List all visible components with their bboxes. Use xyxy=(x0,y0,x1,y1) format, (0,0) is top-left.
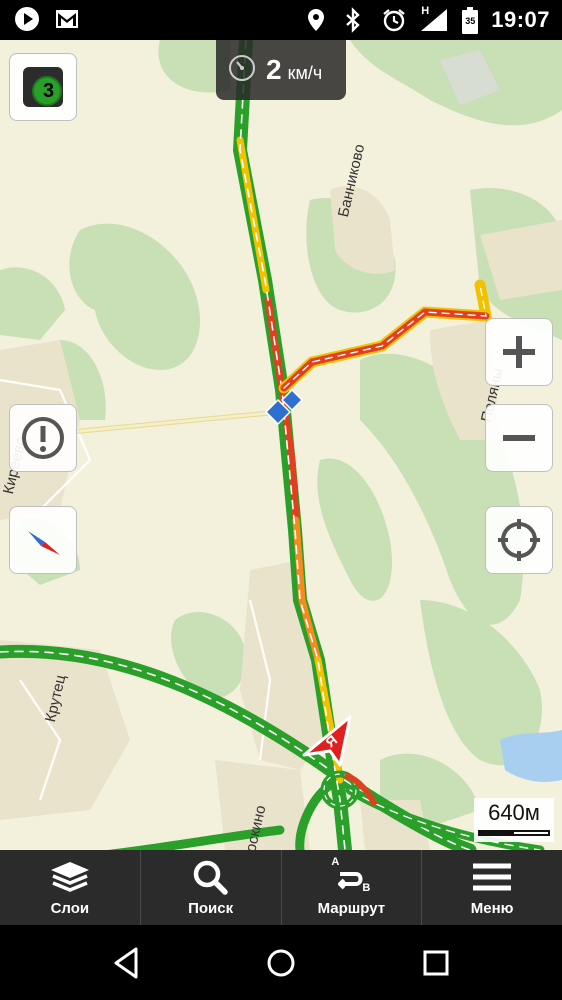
route-label: Маршрут xyxy=(317,900,386,917)
system-navigation-bar xyxy=(0,925,562,1000)
search-button[interactable]: Поиск xyxy=(141,850,282,925)
scale-bar xyxy=(478,830,550,836)
network-h-icon: H xyxy=(419,5,449,33)
speed-indicator: 2 км/ч xyxy=(216,40,346,100)
map-view[interactable]: Банниково Поляны Крутец Доскино Киреево … xyxy=(0,40,562,850)
plus-icon xyxy=(503,336,535,368)
home-icon[interactable] xyxy=(261,943,301,983)
route-point-b: B xyxy=(362,882,371,894)
route-icon: A B xyxy=(328,856,374,896)
search-label: Поиск xyxy=(188,900,234,917)
exclamation-icon xyxy=(22,417,64,459)
report-event-button[interactable] xyxy=(9,404,77,472)
current-location-cursor: Я xyxy=(300,715,356,771)
menu-button[interactable]: Меню xyxy=(422,850,562,925)
traffic-button[interactable]: 3 xyxy=(9,53,77,121)
route-point-a: A xyxy=(331,856,340,868)
map-canvas xyxy=(0,40,562,850)
map-scale: 640м xyxy=(474,798,554,842)
menu-label: Меню xyxy=(470,900,514,917)
layers-icon xyxy=(50,862,89,892)
bluetooth-icon xyxy=(343,7,369,33)
compass-icon xyxy=(28,531,60,555)
compass-button[interactable] xyxy=(9,506,77,574)
minus-icon xyxy=(503,435,535,441)
search-icon xyxy=(193,860,228,895)
status-bar: H 35 19:07 xyxy=(0,0,562,40)
speed-unit: км/ч xyxy=(287,62,323,83)
crosshair-icon xyxy=(498,519,540,561)
route-button[interactable]: A B Маршрут xyxy=(282,850,423,925)
battery-icon: 35 xyxy=(461,7,479,34)
gmail-icon xyxy=(54,6,80,32)
bottom-toolbar: Слои Поиск A B Маршрут Меню xyxy=(0,850,562,925)
hamburger-menu-icon xyxy=(473,863,512,891)
traffic-level: 3 xyxy=(43,80,55,102)
layers-label: Слои xyxy=(50,900,90,917)
my-location-button[interactable] xyxy=(485,506,553,574)
play-store-icon xyxy=(14,6,40,32)
back-icon[interactable] xyxy=(106,943,146,983)
layers-button[interactable]: Слои xyxy=(0,850,141,925)
zoom-in-button[interactable] xyxy=(485,318,553,386)
alarm-icon xyxy=(381,7,407,33)
clock: 19:07 xyxy=(491,7,550,32)
location-icon xyxy=(305,7,331,33)
zoom-out-button[interactable] xyxy=(485,404,553,472)
speed-value: 2 xyxy=(266,54,282,85)
speedometer-icon xyxy=(228,54,256,87)
recents-icon[interactable] xyxy=(416,943,456,983)
scale-label: 640м xyxy=(488,800,540,825)
